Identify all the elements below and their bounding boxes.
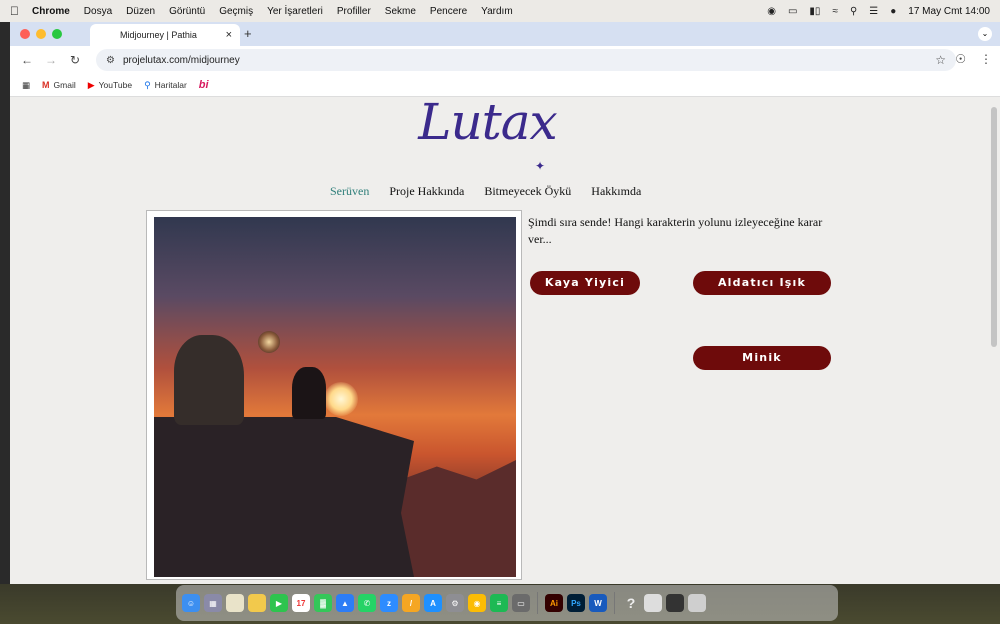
menu-yardim[interactable]: Yardım (481, 6, 513, 17)
bookmark-label: Gmail (53, 80, 76, 90)
youtube-icon: ▶ (87, 79, 95, 90)
close-window-icon[interactable] (20, 29, 30, 39)
sun-shape (324, 382, 358, 416)
tab-bar: Midjourney | Pathia × + ⌄ (10, 22, 1000, 46)
cliff-shape (154, 417, 414, 577)
stickies-icon[interactable] (248, 594, 266, 612)
spotify-icon[interactable]: ≡ (490, 594, 508, 612)
menu-goruntu[interactable]: Görüntü (169, 6, 205, 17)
site-nav: Serüven Proje Hakkında Bitmeyecek Öykü H… (330, 184, 641, 199)
close-tab-icon[interactable]: × (226, 29, 232, 41)
battery-icon[interactable]: ▮▯ (809, 6, 820, 17)
nav-seruven[interactable]: Serüven (330, 184, 369, 199)
tab-title: Midjourney | Pathia (120, 30, 197, 40)
activity-monitor-icon[interactable] (666, 594, 684, 612)
finder-icon[interactable]: ☺ (182, 594, 200, 612)
zoom-icon[interactable]: z (380, 594, 398, 612)
calendar-icon[interactable]: 17 (292, 594, 310, 612)
url-text[interactable]: projelutax.com/midjourney (123, 55, 240, 66)
choice-prompt: Şimdi sıra sende! Hangi karakterin yolun… (528, 215, 823, 246)
choice-aldatici-isik-button[interactable]: Aldatıcı Işık (693, 271, 831, 295)
menu-yer-isaretleri[interactable]: Yer İşaretleri (267, 6, 323, 17)
choice-kaya-yiyici-button[interactable]: Kaya Yiyici (530, 271, 640, 295)
trash-icon[interactable] (688, 594, 706, 612)
numbers-icon[interactable]: ▓ (314, 594, 332, 612)
control-center-icon[interactable]: ☰ (869, 6, 878, 17)
menu-duzen[interactable]: Düzen (126, 6, 155, 17)
nav-bitmeyecek-oyku[interactable]: Bitmeyecek Öykü (484, 184, 571, 199)
apps-grid-icon[interactable]: ▦ (22, 80, 30, 91)
profile-icon[interactable]: ☉ (955, 52, 966, 66)
preview-icon[interactable]: ▭ (512, 594, 530, 612)
chrome-icon[interactable]: ◉ (468, 594, 486, 612)
back-icon[interactable]: ← (20, 53, 34, 67)
screen-record-icon[interactable]: ◉ (767, 6, 776, 17)
facetime-icon[interactable]: ▶ (270, 594, 288, 612)
bookmark-gmail[interactable]: M Gmail (42, 80, 76, 90)
choice-minik-button[interactable]: Minik (693, 346, 831, 370)
menu-pencere[interactable]: Pencere (430, 6, 467, 17)
downloads-icon[interactable] (644, 594, 662, 612)
orb-shape (258, 331, 280, 353)
notes-icon[interactable] (226, 594, 244, 612)
bookmarks-bar: ▦ M Gmail ▶ YouTube ⚲ Haritalar bi (10, 74, 1000, 97)
tab-search-icon[interactable]: ⌄ (978, 27, 992, 41)
siri-icon[interactable]: ● (890, 6, 896, 17)
status-area: ◉ ▭ ▮▯ ≈ ⚲ ☰ ● 17 May Cmt 14:00 (767, 6, 990, 17)
minimize-window-icon[interactable] (36, 29, 46, 39)
menu-app-name[interactable]: Chrome (32, 6, 70, 17)
nav-hakkimda[interactable]: Hakkımda (591, 184, 641, 199)
illustrator-icon[interactable]: Ai (545, 594, 563, 612)
word-icon[interactable]: W (589, 594, 607, 612)
cat-shape (292, 367, 326, 419)
page-content: Lutax ✦ Serüven Proje Hakkında Bitmeyece… (10, 97, 1000, 584)
display-icon[interactable]: ▭ (788, 6, 797, 17)
forward-icon[interactable]: → (44, 53, 58, 67)
bookmark-haritalar[interactable]: ⚲ Haritalar (144, 80, 187, 91)
menu-dosya[interactable]: Dosya (84, 6, 112, 17)
story-image (154, 217, 516, 577)
dock-separator (614, 592, 615, 614)
app-store-icon[interactable]: A (424, 594, 442, 612)
system-settings-icon[interactable]: ⚙ (446, 594, 464, 612)
address-bar[interactable]: ⚙ projelutax.com/midjourney ☆ (96, 49, 956, 71)
whatsapp-icon[interactable]: ✆ (358, 594, 376, 612)
bookmark-youtube[interactable]: ▶ YouTube (88, 80, 132, 91)
bookmark-star-icon[interactable]: ☆ (935, 53, 946, 67)
maximize-window-icon[interactable] (52, 29, 62, 39)
story-image-frame (146, 210, 522, 580)
active-tab[interactable]: Midjourney | Pathia × (90, 24, 240, 46)
help-icon[interactable]: ? (622, 594, 640, 612)
apple-icon[interactable]:  (10, 4, 24, 18)
page-scrollbar[interactable] (991, 107, 997, 347)
bookmark-bi-icon[interactable]: bi (199, 79, 209, 91)
menu-sekme[interactable]: Sekme (385, 6, 416, 17)
kebab-menu-icon[interactable]: ⋮ (980, 52, 992, 66)
new-tab-icon[interactable]: + (244, 26, 252, 41)
menu-profiller[interactable]: Profiller (337, 6, 371, 17)
menu-gecmis[interactable]: Geçmiş (219, 6, 253, 17)
window-controls (20, 29, 62, 39)
reload-icon[interactable]: ↻ (68, 53, 82, 67)
dock-separator (537, 592, 538, 614)
nav-proje-hakkinda[interactable]: Proje Hakkında (389, 184, 464, 199)
menu-datetime[interactable]: 17 May Cmt 14:00 (908, 6, 990, 17)
mac-dock: ☺ ▦ ▶ 17 ▓ ▲ ✆ z / A ⚙ ◉ ≡ ▭ Ai Ps W ? (176, 585, 838, 621)
wifi-icon[interactable]: ≈ (832, 6, 838, 17)
search-icon[interactable]: ⚲ (850, 6, 857, 17)
mac-menu-bar:  Chrome Dosya Düzen Görüntü Geçmiş Yer … (0, 0, 1000, 22)
photoshop-icon[interactable]: Ps (567, 594, 585, 612)
bookmark-label: Haritalar (154, 80, 187, 90)
browser-window: Midjourney | Pathia × + ⌄ ← → ↻ ⚙ projel… (10, 22, 1000, 584)
site-logo[interactable]: Lutax ✦ (415, 97, 560, 173)
gmail-icon: M (42, 80, 50, 90)
pages-icon[interactable]: / (402, 594, 420, 612)
site-info-icon[interactable]: ⚙ (106, 55, 115, 66)
launchpad-icon[interactable]: ▦ (204, 594, 222, 612)
bookmark-label: YouTube (98, 80, 133, 90)
rock-creature-shape (174, 335, 244, 425)
browser-toolbar: ← → ↻ ⚙ projelutax.com/midjourney ☆ ☉ ⋮ (10, 46, 1000, 74)
keynote-icon[interactable]: ▲ (336, 594, 354, 612)
maps-pin-icon: ⚲ (144, 79, 151, 90)
